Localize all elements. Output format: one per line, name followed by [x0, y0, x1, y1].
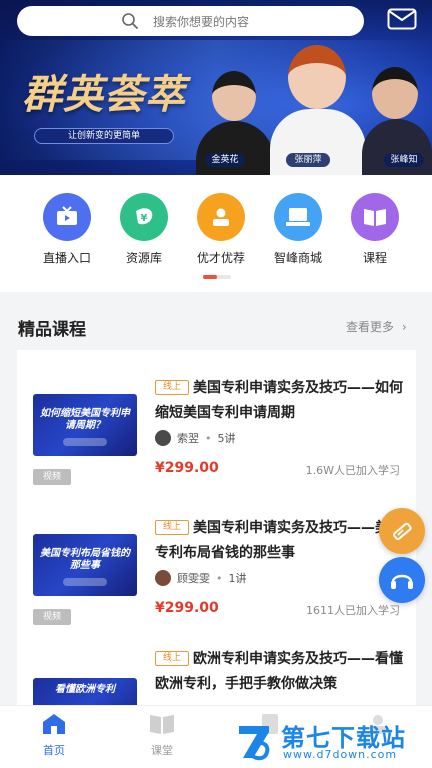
course-thumbnail[interactable]: 美国专利布局省钱的那些事	[33, 534, 137, 596]
search-placeholder: 搜索你想要的内容	[153, 15, 250, 29]
course-author: 索翌 • 5讲	[155, 430, 236, 446]
nav-mall[interactable]: 智峰商城	[263, 193, 333, 266]
quick-nav: 直播入口 ¥ 资源库 优才优荐 智峰商城 课程	[0, 175, 432, 292]
author-name: 索翌	[177, 432, 199, 445]
see-more-link[interactable]: 查看更多 ›	[346, 318, 407, 335]
course-price: ¥299.00	[155, 460, 219, 476]
online-badge: 线上	[155, 651, 189, 666]
home-icon	[43, 714, 65, 734]
thumbnail-tag	[63, 438, 107, 446]
banner-name-3: 张峰知	[384, 153, 424, 167]
chevron-right-icon: ›	[401, 320, 407, 334]
search-bar[interactable]: 搜索你想要的内容	[17, 6, 364, 36]
banner-slogan: 让创新变的更简单	[34, 128, 174, 144]
course-type-badge: 视频	[33, 609, 71, 625]
nav-label: 智峰商城	[273, 251, 322, 265]
thumbnail-text: 看懂欧洲专利	[55, 684, 115, 695]
separator-dot: •	[216, 571, 223, 585]
section-header: 精品课程 查看更多 ›	[0, 305, 432, 350]
pencil-icon	[392, 522, 412, 541]
thumbnail-text: 美国专利布局省钱的那些事	[40, 548, 130, 571]
banner-title: 群英荟萃	[22, 71, 186, 118]
thumbnail-tag	[63, 578, 107, 586]
nav-resources[interactable]: ¥ 资源库	[109, 193, 179, 266]
avatar	[155, 570, 171, 586]
site-watermark: 第七下载站 www.d7down.com	[235, 718, 430, 766]
edit-fab[interactable]	[379, 508, 425, 554]
see-more-label: 查看更多	[346, 320, 395, 334]
learner-count: 1611人已加入学习	[306, 604, 400, 617]
book-icon	[351, 193, 399, 241]
separator-dot: •	[205, 431, 212, 445]
banner-name-2: 张丽萍	[286, 153, 330, 167]
nav-label: 课程	[362, 251, 387, 265]
watermark-url: www.d7down.com	[283, 748, 398, 761]
lesson-count: 5讲	[217, 432, 236, 445]
online-badge: 线上	[155, 520, 189, 535]
support-fab[interactable]	[379, 557, 425, 603]
tab-home[interactable]: 首页	[24, 712, 84, 758]
course-title: 美国专利申请实务及技巧——如何缩短美国专利申请周期	[155, 380, 403, 421]
course-title: 美国专利申请实务及技巧——美国专利布局省钱的那些事	[155, 520, 403, 561]
search-icon	[122, 13, 138, 29]
nav-label: 优才优荐	[196, 251, 245, 265]
learner-count: 1.6W人已加入学习	[305, 464, 400, 477]
nav-course[interactable]: 课程	[340, 193, 410, 266]
tab-classroom[interactable]: 课堂	[132, 712, 192, 758]
course-author: 顾雯雯 • 1讲	[155, 570, 247, 586]
course-list: 如何缩短美国专利申请周期？ 视频 美国专利申请实务及技巧——如何缩短美国专利申请…	[17, 350, 416, 740]
watermark-logo	[239, 726, 270, 761]
laptop-icon	[274, 193, 322, 241]
nav-live[interactable]: 直播入口	[32, 193, 102, 266]
person-icon	[197, 193, 245, 241]
course-type-badge: 视频	[33, 469, 71, 485]
headset-icon	[391, 574, 413, 589]
nav-label: 资源库	[125, 251, 162, 265]
course-title: 欧洲专利申请实务及技巧——看懂欧洲专利，手把手教你做决策	[155, 651, 403, 692]
author-name: 顾雯雯	[177, 572, 210, 585]
svg-text:¥: ¥	[141, 213, 148, 224]
page-indicator	[203, 275, 231, 279]
course-thumbnail[interactable]: 如何缩短美国专利申请周期？	[33, 394, 137, 456]
course-price: ¥299.00	[155, 600, 219, 616]
online-badge: 线上	[155, 380, 189, 395]
tab-label: 首页	[43, 744, 65, 757]
tab-label: 课堂	[151, 744, 173, 757]
nav-talent[interactable]: 优才优荐	[186, 193, 256, 266]
avatar	[155, 430, 171, 446]
banner-name-1: 金英花	[205, 153, 245, 167]
course-card[interactable]: 美国专利布局省钱的那些事 视频 美国专利申请实务及技巧——美国专利布局省钱的那些…	[17, 490, 416, 630]
thumbnail-text: 如何缩短美国专利申请周期？	[40, 408, 130, 431]
mail-icon[interactable]	[387, 8, 417, 30]
yuan-icon: ¥	[120, 193, 168, 241]
nav-label: 直播入口	[42, 251, 91, 265]
book-icon	[150, 715, 174, 734]
section-title: 精品课程	[18, 320, 86, 340]
tv-icon	[43, 193, 91, 241]
course-card[interactable]: 如何缩短美国专利申请周期？ 视频 美国专利申请实务及技巧——如何缩短美国专利申请…	[17, 350, 416, 490]
banner[interactable]: 搜索你想要的内容 群英荟萃 让创新变的更简单 金英花 张丽萍 张峰知	[0, 0, 432, 175]
lesson-count: 1讲	[228, 572, 247, 585]
